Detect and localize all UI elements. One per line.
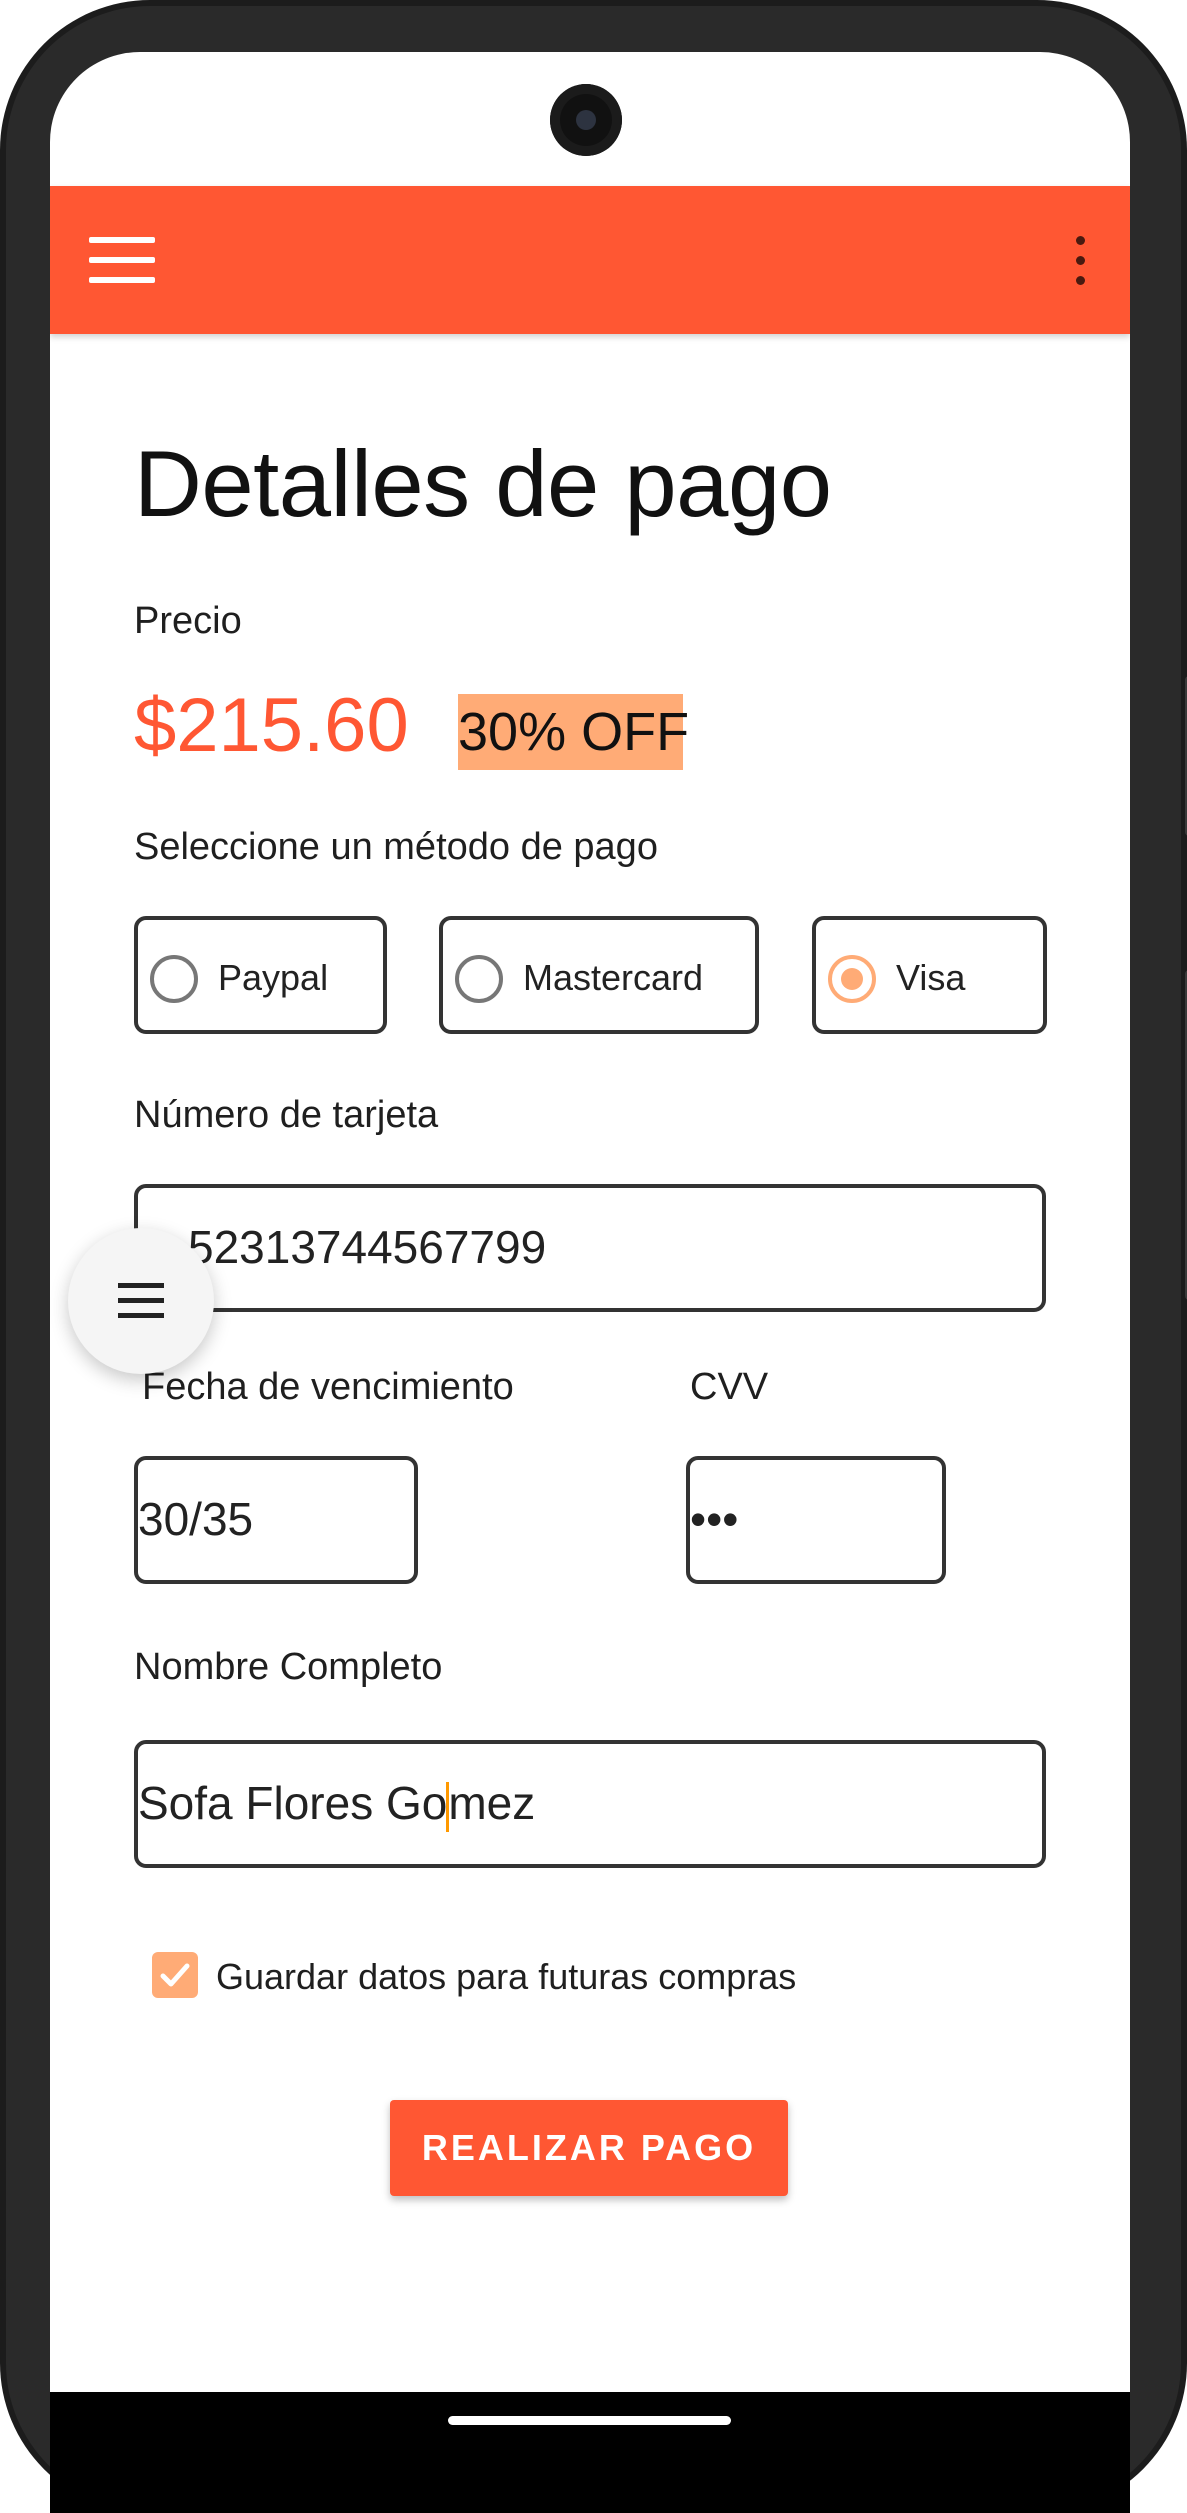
radio-unchecked-icon [455, 955, 503, 1003]
submit-payment-button[interactable]: REALIZAR PAGO [390, 2100, 788, 2196]
price-label: Precio [134, 600, 242, 642]
payment-option-label: Paypal [218, 957, 329, 998]
check-icon [160, 1963, 190, 1987]
payment-option-visa[interactable]: Visa [812, 916, 1047, 1034]
more-vert-icon[interactable] [1074, 236, 1086, 286]
menu-icon[interactable] [68, 1228, 214, 1374]
price-value: $215.60 [134, 683, 409, 768]
card-number-value: 52313744567799 [188, 1221, 547, 1273]
home-indicator[interactable] [448, 2416, 731, 2425]
save-data-checkbox[interactable] [152, 1952, 198, 1998]
payment-option-mastercard[interactable]: Mastercard [439, 916, 759, 1034]
payment-method-label: Seleccione un método de pago [134, 826, 658, 868]
card-number-input[interactable]: 52313744567799 [134, 1184, 1046, 1312]
discount-badge: 30% OFF [458, 694, 689, 770]
page-title: Detalles de pago [134, 431, 832, 536]
card-number-label: Número de tarjeta [134, 1094, 439, 1136]
full-name-value-after-cursor: mez [448, 1777, 536, 1829]
front-camera [550, 84, 622, 156]
expiry-input[interactable]: 30/35 [134, 1456, 418, 1584]
payment-option-label: Visa [896, 957, 966, 998]
full-name-value-before-cursor: Sofa Flores Go [138, 1777, 448, 1829]
hamburger-icon[interactable] [89, 237, 155, 283]
system-navigation-bar [50, 2392, 1130, 2513]
save-data-label: Guardar datos para futuras compras [216, 1956, 797, 1997]
expiry-value: 30/35 [138, 1493, 254, 1545]
cvv-input[interactable]: ••• [686, 1456, 946, 1584]
cvv-value: ••• [690, 1493, 739, 1545]
cvv-label: CVV [690, 1366, 769, 1408]
payment-option-label: Mastercard [523, 957, 704, 998]
full-name-input[interactable]: Sofa Flores Gomez [134, 1740, 1046, 1868]
screen: Detalles de pago Precio $215.60 30% OFF … [50, 52, 1130, 2392]
app-bar [50, 186, 1130, 334]
radio-unchecked-icon [150, 955, 198, 1003]
full-name-label: Nombre Completo [134, 1646, 443, 1688]
expiry-label: Fecha de vencimiento [142, 1366, 514, 1408]
radio-checked-icon [828, 955, 876, 1003]
payment-option-paypal[interactable]: Paypal [134, 916, 387, 1034]
